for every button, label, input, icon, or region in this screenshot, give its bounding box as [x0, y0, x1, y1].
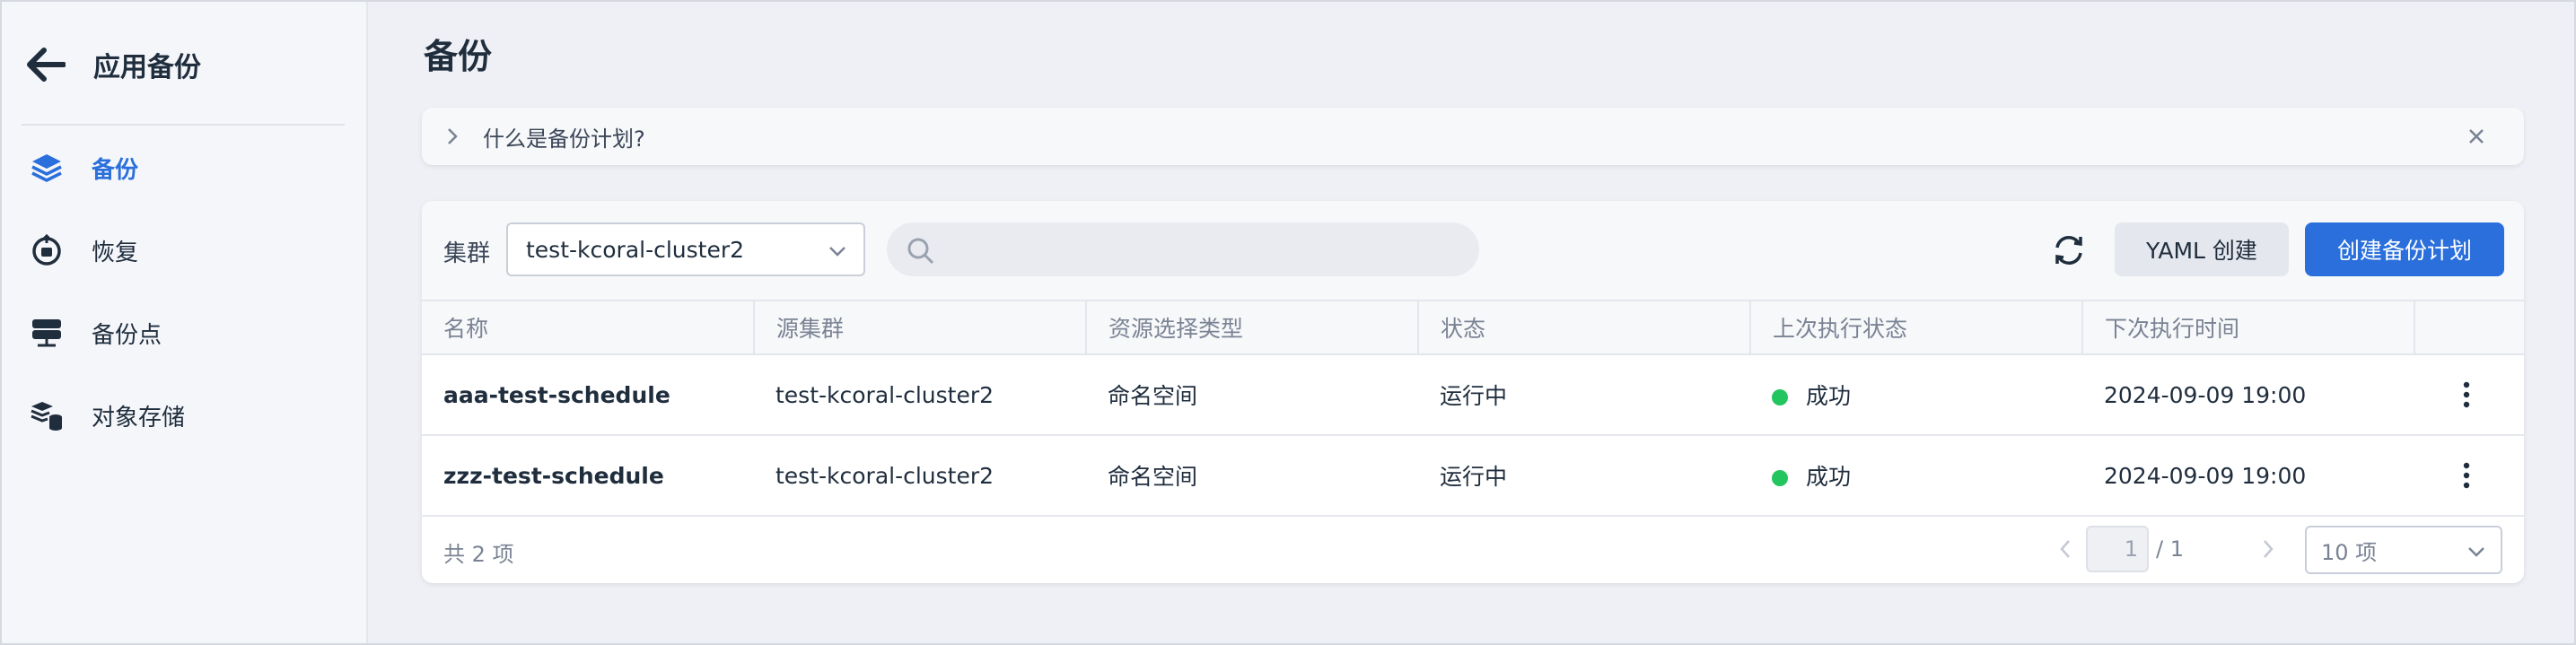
info-notice: 什么是备份计划?: [422, 108, 2524, 165]
column-header-next-time[interactable]: 下次执行时间: [2082, 300, 2415, 355]
sidebar-header: 应用备份: [23, 39, 201, 90]
sidebar-item-label: 备份: [92, 156, 139, 184]
more-actions-icon[interactable]: [2449, 377, 2484, 413]
cell-name[interactable]: zzz-test-schedule: [422, 435, 754, 517]
cell-actions: [2414, 435, 2524, 517]
last-status-text: 成功: [1806, 464, 1852, 490]
search-input[interactable]: [887, 222, 1479, 276]
cell-resource-type: 命名空间: [1086, 354, 1418, 436]
pagination-bar: 共 2 项 / 1 10 项: [422, 515, 2524, 583]
more-actions-icon[interactable]: [2449, 458, 2484, 493]
page-number-input[interactable]: [2086, 526, 2149, 572]
sidebar-divider: [22, 124, 345, 126]
cell-last-status: 成功: [1750, 354, 2082, 436]
refresh-icon[interactable]: [2046, 228, 2091, 273]
restore-icon: [29, 232, 65, 268]
sidebar-item-backup-point[interactable]: 备份点: [29, 308, 162, 358]
page-total: / 1: [2156, 536, 2184, 562]
table-row: zzz-test-schedule test-kcoral-cluster2 命…: [422, 435, 2524, 517]
cell-next-time: 2024-09-09 19:00: [2082, 354, 2414, 436]
object-storage-icon: [29, 397, 65, 433]
column-header-actions: [2414, 300, 2524, 355]
sidebar-title: 应用备份: [93, 52, 201, 83]
last-status-text: 成功: [1806, 383, 1852, 409]
cell-name[interactable]: aaa-test-schedule: [422, 354, 754, 436]
backup-plan-table: 名称 源集群 资源选择类型 状态 上次执行状态 下次执行时间 aaa-test-…: [422, 300, 2524, 517]
cluster-select-value: test-kcoral-cluster2: [526, 236, 745, 263]
chevron-down-icon: [828, 240, 847, 266]
sidebar-item-restore[interactable]: 恢复: [29, 225, 138, 275]
yaml-create-button[interactable]: YAML 创建: [2115, 222, 2289, 276]
table-row: aaa-test-schedule test-kcoral-cluster2 命…: [422, 354, 2524, 436]
cell-resource-type: 命名空间: [1086, 435, 1418, 517]
success-status-dot: [1772, 389, 1788, 405]
total-count: 共 2 项: [443, 542, 514, 567]
create-backup-plan-button[interactable]: 创建备份计划: [2305, 222, 2504, 276]
sidebar: 应用备份 备份 恢复 备份点 对象存储: [2, 2, 368, 643]
sidebar-item-object-storage[interactable]: 对象存储: [29, 390, 185, 440]
back-arrow-icon[interactable]: [23, 42, 68, 87]
page-size-value: 10 项: [2321, 539, 2378, 565]
cluster-select[interactable]: test-kcoral-cluster2: [506, 222, 865, 276]
sidebar-item-label: 恢复: [92, 239, 139, 266]
cell-source-cluster: test-kcoral-cluster2: [754, 354, 1086, 436]
sidebar-item-backup[interactable]: 备份: [29, 143, 138, 193]
column-header-resource-type[interactable]: 资源选择类型: [1086, 300, 1419, 355]
layers-icon: [29, 150, 65, 186]
cell-source-cluster: test-kcoral-cluster2: [754, 435, 1086, 517]
page-title: 备份: [424, 37, 493, 76]
cell-actions: [2414, 354, 2524, 436]
column-header-status[interactable]: 状态: [1418, 300, 1751, 355]
success-status-dot: [1772, 470, 1788, 486]
chevron-down-icon: [2466, 542, 2486, 567]
toolbar: 集群 test-kcoral-cluster2 YAML 创建 创建备份计划: [422, 201, 2524, 300]
table-header-row: 名称 源集群 资源选择类型 状态 上次执行状态 下次执行时间: [422, 300, 2524, 355]
sidebar-item-label: 备份点: [92, 321, 162, 349]
cell-status: 运行中: [1418, 354, 1750, 436]
close-icon[interactable]: [2465, 125, 2488, 148]
notice-text[interactable]: 什么是备份计划?: [483, 121, 645, 153]
backup-plan-card: 集群 test-kcoral-cluster2 YAML 创建 创建备份计划 名…: [422, 201, 2524, 583]
cell-next-time: 2024-09-09 19:00: [2082, 435, 2414, 517]
chevron-left-icon[interactable]: [2052, 535, 2079, 563]
cell-last-status: 成功: [1750, 435, 2082, 517]
chevron-right-icon[interactable]: [2255, 535, 2282, 563]
column-header-last-status[interactable]: 上次执行状态: [1750, 300, 2083, 355]
sidebar-item-label: 对象存储: [92, 404, 186, 431]
backup-point-icon: [29, 315, 65, 351]
cluster-label: 集群: [443, 240, 491, 267]
page-size-select[interactable]: 10 项: [2305, 526, 2502, 574]
column-header-name[interactable]: 名称: [422, 300, 755, 355]
chevron-right-icon[interactable]: [442, 126, 463, 147]
cell-status: 运行中: [1418, 435, 1750, 517]
column-header-source-cluster[interactable]: 源集群: [754, 300, 1087, 355]
